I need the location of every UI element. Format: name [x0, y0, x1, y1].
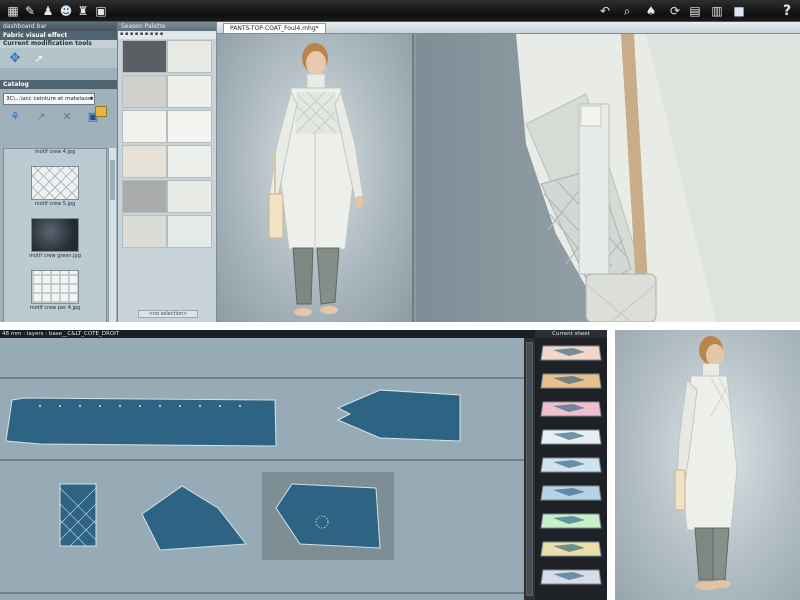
color-swatch[interactable]: [167, 180, 212, 213]
season-palette-panel: Season Palette ▪ ▪ ▪ ▪ ▪ ▪ ▪ ▪ ▪ <no sel…: [118, 22, 217, 322]
add-material-icon[interactable]: ⚘: [8, 109, 22, 123]
3d-view-full-body[interactable]: [217, 34, 414, 322]
avatar-front: [268, 43, 364, 316]
viewer-tabbar: PANTS-TOP-COAT_Foul4.mhg*: [217, 22, 800, 34]
color-swatch[interactable]: [167, 40, 212, 73]
catalog-dropdown[interactable]: 3C\...\acc ceinture et matelassé ▾: [3, 93, 95, 105]
catalog-value: 3C\...\acc ceinture et matelassé: [6, 96, 94, 102]
thumbnail-scrollbar[interactable]: [108, 148, 116, 322]
stop-icon[interactable]: ■: [730, 2, 748, 20]
divider: [607, 330, 615, 600]
sheet-thumbnail[interactable]: [539, 510, 603, 532]
section-title: Fabric visual effect: [0, 31, 117, 40]
fill-icon[interactable]: ▥: [708, 2, 726, 20]
catalog-title: Catalog: [0, 80, 117, 89]
bottle-icon[interactable]: ♠: [642, 2, 660, 20]
fabric-thumbnail: [31, 218, 79, 252]
person-icon[interactable]: ♟: [39, 2, 57, 20]
thumbnail-label: motif crew green.jpg: [29, 253, 81, 259]
color-swatch[interactable]: [122, 180, 167, 213]
3d-viewer: PANTS-TOP-COAT_Foul4.mhg*: [217, 22, 800, 322]
move-icon[interactable]: ✥: [8, 51, 22, 66]
sheet-thumbnail[interactable]: [539, 370, 603, 392]
refresh-icon[interactable]: ⟳: [666, 2, 684, 20]
delete-icon[interactable]: ✕: [60, 109, 74, 123]
list-item[interactable]: motif crew 4.jpg motif crew 5.jpg: [4, 149, 106, 208]
main-toolbar: ▦ ✎ ♟ ☻ ♜ ▣ ↶ ⌕ ♠ ⟳ ▤ ▥ ■ ?: [0, 0, 800, 22]
search-icon[interactable]: ⌕: [618, 2, 636, 20]
list-item[interactable]: motif crew green.jpg: [4, 218, 106, 260]
divider: [0, 322, 800, 330]
modification-tools: ✥ ➚: [0, 48, 117, 68]
fabric-thumbnail: [31, 270, 79, 304]
thumbnail-label: motif crew per 4.jpg: [29, 305, 81, 311]
3d-view-closeup[interactable]: [416, 34, 800, 322]
color-swatch[interactable]: [122, 215, 167, 248]
sheet-title: Current sheet: [535, 330, 607, 338]
avatar-side: [674, 336, 738, 590]
sheet-icon[interactable]: ▤: [686, 2, 704, 20]
link-icon[interactable]: ↗: [34, 109, 48, 123]
palette-selection-status: <no selection>: [138, 310, 198, 318]
pointer-icon[interactable]: ➚: [32, 51, 46, 65]
table-icon[interactable]: ▦: [4, 2, 22, 20]
color-swatch[interactable]: [122, 75, 167, 108]
color-swatch[interactable]: [122, 40, 167, 73]
dashboard-panel: dashboard bar Fabric visual effect Curre…: [0, 22, 118, 322]
dashboard-header: dashboard bar: [0, 22, 117, 31]
back-icon[interactable]: ↶: [596, 2, 614, 20]
color-swatch[interactable]: [122, 110, 167, 143]
thumbnail-label: motif crew 4.jpg: [34, 149, 76, 155]
pattern-header: 48 mm : layers : base__C&LT_COTE_DROIT: [0, 330, 535, 338]
app-window: ▦ ✎ ♟ ☻ ♜ ▣ ↶ ⌕ ♠ ⟳ ▤ ▥ ■ ? dashboard ba…: [0, 0, 800, 600]
sheet-thumbnail[interactable]: [539, 426, 603, 448]
sheet-thumbnail[interactable]: [539, 342, 603, 364]
subsection-title: Current modification tools: [0, 40, 117, 48]
palette-toolbar[interactable]: ▪ ▪ ▪ ▪ ▪ ▪ ▪ ▪ ▪: [118, 31, 216, 39]
color-swatch[interactable]: [167, 110, 212, 143]
pattern-canvas[interactable]: [0, 338, 524, 600]
color-swatch[interactable]: [167, 145, 212, 178]
sheet-thumbnail[interactable]: [539, 398, 603, 420]
tab-document[interactable]: PANTS-TOP-COAT_Foul4.mhg*: [223, 22, 326, 33]
color-swatch[interactable]: [167, 75, 212, 108]
palette-header: Season Palette: [118, 22, 216, 31]
sheet-thumbnail[interactable]: [539, 482, 603, 504]
color-swatch[interactable]: [122, 145, 167, 178]
sleeve-closeup: [516, 34, 800, 322]
sheet-thumbnail[interactable]: [539, 454, 603, 476]
list-item[interactable]: motif crew per 4.jpg: [4, 270, 106, 312]
fabric-thumbnail: [31, 166, 79, 200]
figure-icon[interactable]: ☻: [57, 2, 75, 20]
sheet-thumbnail[interactable]: [539, 566, 603, 588]
folder-icon[interactable]: [95, 106, 107, 117]
window-icon[interactable]: ▣: [92, 2, 110, 20]
thumbnail-label: motif crew 5.jpg: [34, 201, 76, 207]
color-swatch[interactable]: [167, 215, 212, 248]
chevron-down-icon: ▾: [89, 95, 93, 102]
pencil-icon[interactable]: ✎: [21, 2, 39, 20]
sheet-thumbnail[interactable]: [539, 538, 603, 560]
pattern-pieces: [0, 377, 524, 594]
pattern-scrollbar[interactable]: [524, 338, 535, 600]
model-icon[interactable]: ♜: [74, 2, 92, 20]
fabric-thumbnail-list: motif crew 4.jpg motif crew 5.jpg motif …: [3, 148, 107, 322]
swatch-grid: [122, 40, 212, 248]
pattern-editor: 48 mm : layers : base__C&LT_COTE_DROIT: [0, 330, 535, 600]
3d-view-side[interactable]: [615, 330, 800, 600]
current-sheet-panel: Current sheet: [535, 330, 607, 600]
help-button[interactable]: ?: [778, 2, 796, 20]
